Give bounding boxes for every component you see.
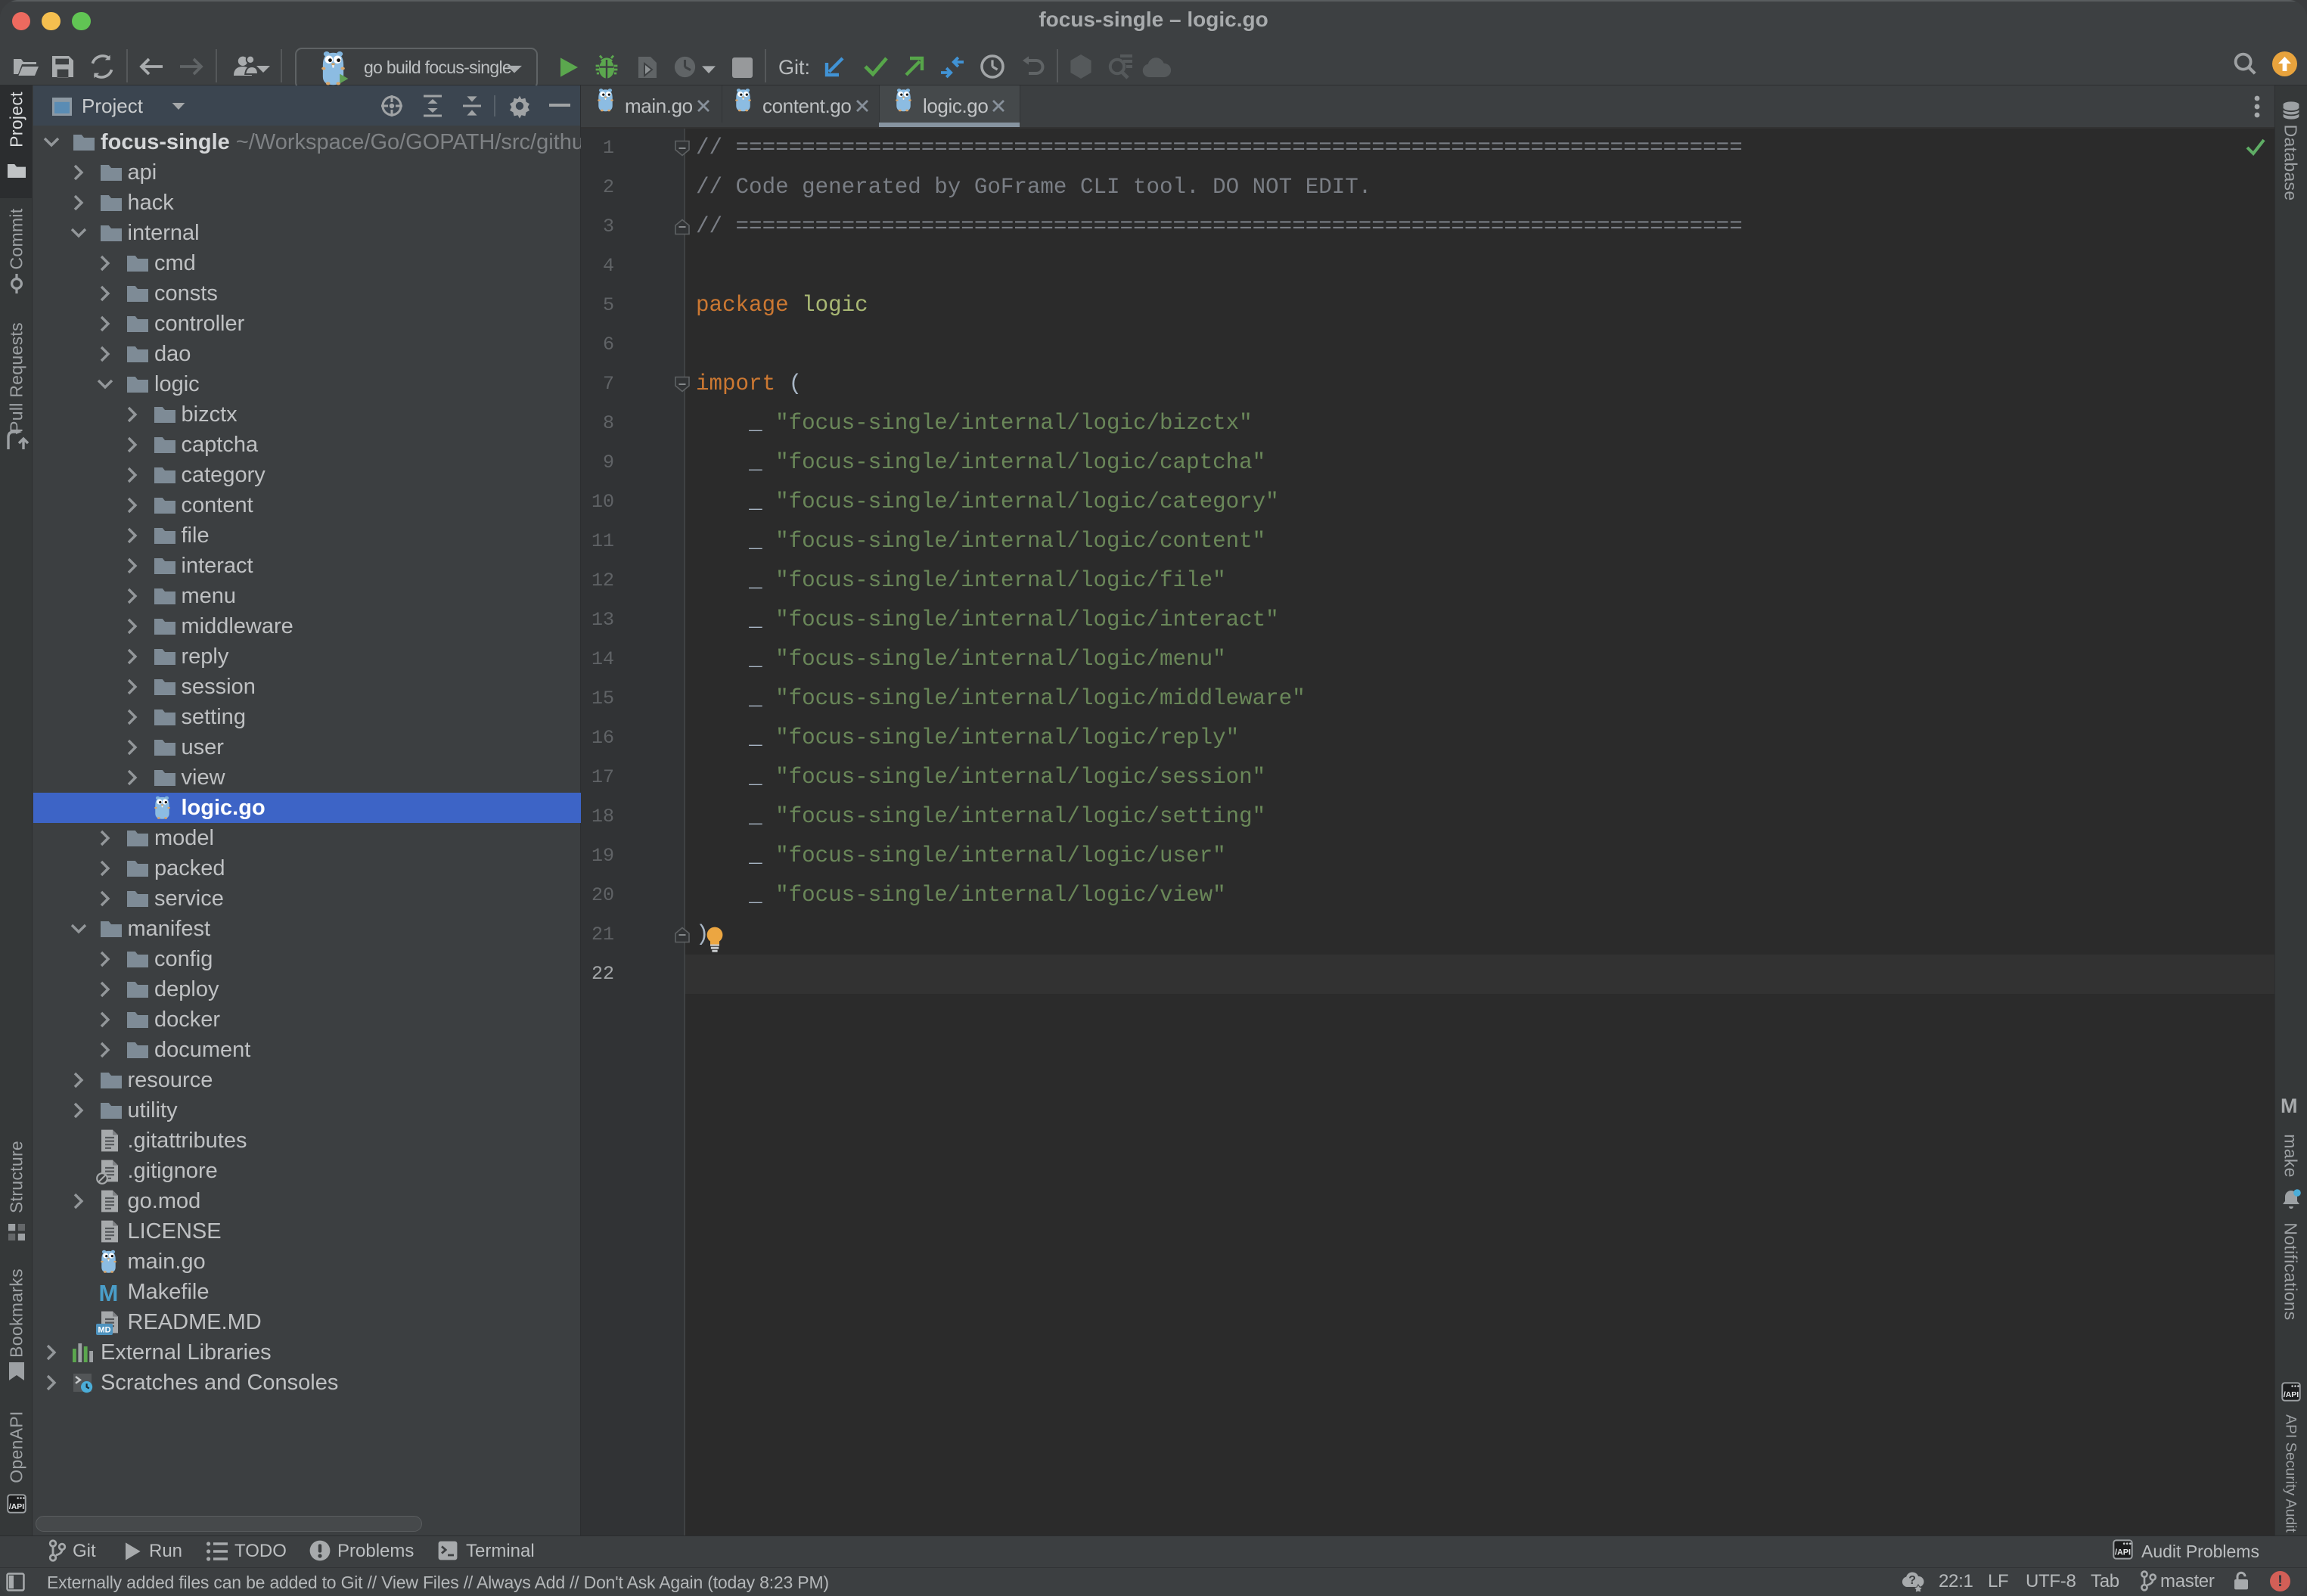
svg-text:/API: /API [2284,1391,2299,1399]
svg-text:MD: MD [98,1326,110,1335]
svg-text:?: ? [1908,1574,1916,1587]
svg-text:/API: /API [9,1503,24,1511]
svg-text:/API: /API [2115,1548,2131,1557]
